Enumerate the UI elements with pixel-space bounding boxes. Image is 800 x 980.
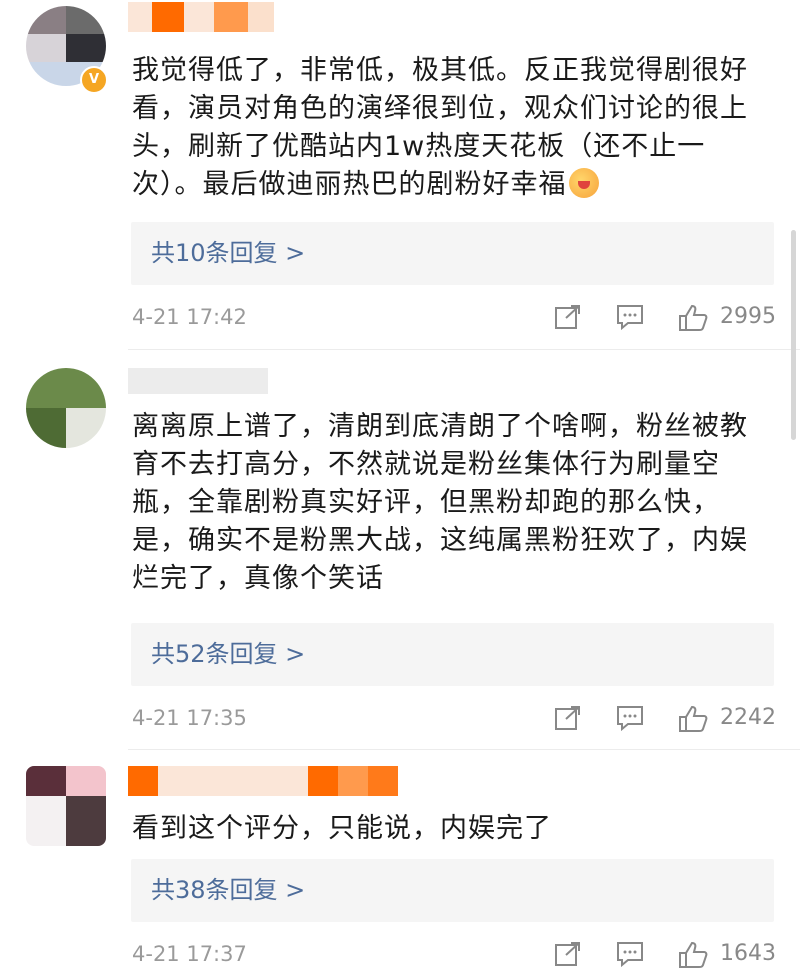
- username[interactable]: [128, 766, 398, 796]
- like-count: 1643: [720, 941, 776, 966]
- username[interactable]: [128, 368, 268, 398]
- comment-time: 4-21 17:42: [132, 305, 247, 329]
- comment-icon[interactable]: [616, 304, 644, 331]
- thumbs-up-icon[interactable]: [678, 705, 708, 732]
- comment-item: 看到这个评分，只能说，内娱完了 共38条回复 > 4-21 17:37 1643: [0, 750, 800, 980]
- share-icon[interactable]: [554, 705, 582, 731]
- comment-time: 4-21 17:35: [132, 706, 247, 730]
- share-icon[interactable]: [554, 304, 582, 330]
- like-count: 2995: [720, 304, 776, 329]
- comment-item: 离离原上谱了，清朗到底清朗了个啥啊，粉丝被教育不去打高分，不然就说是粉丝集体行为…: [0, 350, 800, 750]
- comment-time: 4-21 17:37: [132, 942, 247, 966]
- avatar[interactable]: [26, 766, 106, 846]
- comment-meta: 4-21 17:35 2242: [132, 703, 776, 733]
- comment-text: 离离原上谱了，清朗到底清朗了个啥啊，粉丝被教育不去打高分，不然就说是粉丝集体行为…: [132, 411, 748, 594]
- comment-meta: 4-21 17:42 2995: [132, 302, 776, 332]
- comment-icon[interactable]: [616, 705, 644, 732]
- thumbs-up-icon[interactable]: [678, 304, 708, 331]
- comment-meta: 4-21 17:37 1643: [132, 939, 776, 969]
- verified-badge-icon: V: [80, 66, 108, 94]
- view-replies-link[interactable]: 共38条回复 >: [131, 859, 774, 922]
- like-count: 2242: [720, 705, 776, 730]
- view-replies-link[interactable]: 共52条回复 >: [131, 623, 774, 686]
- comment-icon[interactable]: [616, 941, 644, 968]
- scrollbar[interactable]: [791, 230, 796, 440]
- comment-text: 看到这个评分，只能说，内娱完了: [132, 813, 552, 844]
- comment-item: V 我觉得低了，非常低，极其低。反正我觉得剧很好看，演员对角色的演绎很到位，观众…: [0, 0, 800, 350]
- username[interactable]: [128, 2, 278, 32]
- avatar[interactable]: [26, 368, 106, 448]
- share-icon[interactable]: [554, 941, 582, 967]
- comment-text: 我觉得低了，非常低，极其低。反正我觉得剧很好看，演员对角色的演绎很到位，观众们讨…: [132, 55, 748, 200]
- thumbs-up-icon[interactable]: [678, 941, 708, 968]
- view-replies-link[interactable]: 共10条回复 >: [131, 222, 774, 285]
- blushing-face-emoji-icon: [568, 168, 599, 198]
